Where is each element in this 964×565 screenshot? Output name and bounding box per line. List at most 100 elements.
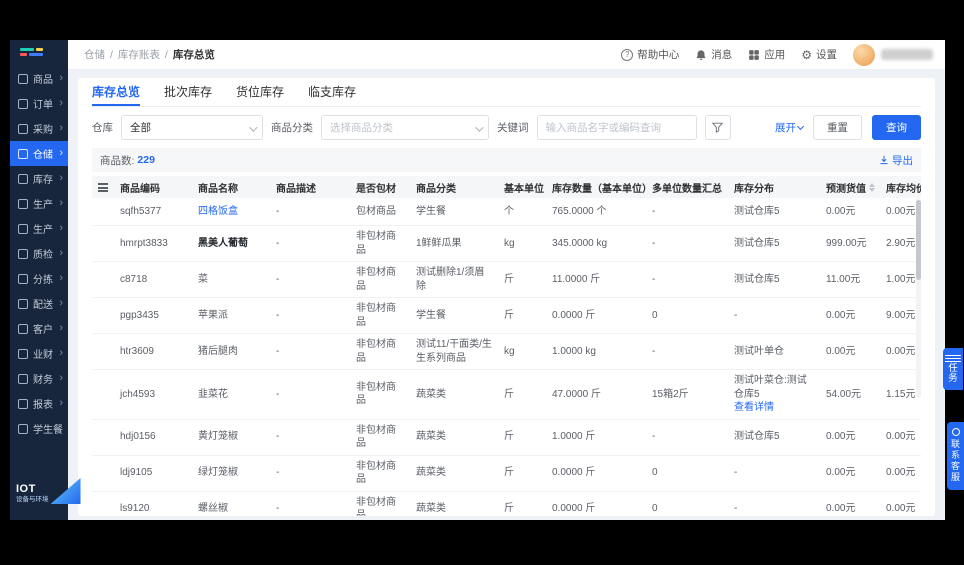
cell-avg: 0.00元	[886, 503, 916, 515]
cell-code: pgp3435	[120, 309, 159, 321]
messages-button[interactable]: 消息	[695, 47, 732, 62]
cell-distribution: 测试仓库5	[734, 273, 780, 285]
student-meals-icon	[18, 423, 28, 434]
breadcrumb-item[interactable]: 仓储	[84, 47, 105, 62]
sidebar-item-sorting[interactable]: 分拣 ›	[10, 266, 68, 291]
cell-unit: 斤	[504, 273, 514, 285]
tab-0[interactable]: 库存总览	[92, 78, 141, 106]
sidebar-item-customers[interactable]: 客户 ›	[10, 316, 68, 341]
tab-1[interactable]: 批次库存	[164, 78, 212, 106]
tab-2[interactable]: 货位库存	[236, 78, 284, 106]
chevron-right-icon: ›	[59, 347, 63, 359]
sidebar-item-products[interactable]: 商品 ›	[10, 66, 68, 91]
cell-distribution: 测试仓库5	[734, 237, 780, 249]
sidebar-item-finance[interactable]: 财务 ›	[10, 366, 68, 391]
cell-desc: -	[276, 345, 280, 357]
cell-unit: 个	[504, 205, 514, 217]
sidebar-item-purchase[interactable]: 采购 ›	[10, 116, 68, 141]
sidebar-item-quality[interactable]: 质检 ›	[10, 241, 68, 266]
sidebar-item-student-meals[interactable]: 学生餐	[10, 416, 68, 441]
cell-desc: -	[276, 503, 280, 515]
chevron-right-icon: ›	[59, 322, 63, 334]
column-header-value[interactable]: 预测货值	[820, 177, 880, 198]
cell-value: 11.00元	[826, 273, 861, 285]
category-select[interactable]: 选择商品分类	[321, 115, 489, 140]
inventory-icon	[18, 173, 28, 184]
cell-name: 猪后腿肉	[198, 345, 238, 357]
sidebar-item-production-1[interactable]: 生产 ›	[10, 191, 68, 216]
tab-3[interactable]: 临支库存	[308, 78, 356, 106]
settings-button[interactable]: ⚙ 设置	[801, 47, 837, 62]
warehouse-select[interactable]: 全部	[121, 115, 263, 140]
sidebar-item-warehouse[interactable]: 仓储 ›	[10, 141, 68, 166]
column-header-dist: 库存分布	[734, 183, 774, 195]
cell-avg: 0.00元	[886, 205, 916, 217]
chevron-right-icon: ›	[59, 172, 63, 184]
reset-button[interactable]: 重置	[813, 115, 862, 140]
help-center-button[interactable]: ? 帮助中心	[621, 47, 679, 62]
chevron-down-icon	[475, 123, 484, 132]
cell-desc: -	[276, 273, 280, 285]
finance-icon	[18, 373, 28, 384]
vertical-scrollbar-thumb[interactable]	[916, 200, 921, 280]
cell-multi: 0	[652, 309, 658, 321]
column-header-qty[interactable]: 库存数量（基本单位）	[546, 177, 661, 198]
cell-value: 999.00元	[826, 237, 867, 249]
products-icon	[18, 73, 28, 84]
keyword-input[interactable]	[536, 115, 697, 140]
cell-value: 0.00元	[826, 309, 856, 321]
cell-desc: -	[276, 237, 280, 249]
sidebar-item-delivery[interactable]: 配送 ›	[10, 291, 68, 316]
cell-distribution: 测试仓库5	[734, 205, 780, 217]
sort-icons[interactable]	[869, 182, 875, 192]
cell-multi: -	[652, 205, 656, 217]
filter-funnel-button[interactable]	[704, 115, 731, 140]
biz-finance-icon	[18, 348, 28, 359]
cell-multi: 0	[652, 503, 658, 515]
export-button[interactable]: 导出	[879, 153, 913, 168]
production-icon	[18, 198, 28, 209]
count-strip: 商品数: 229 导出	[92, 148, 921, 172]
sidebar-item-inventory[interactable]: 库存 ›	[10, 166, 68, 191]
purchase-icon	[18, 123, 28, 134]
breadcrumb: 仓储 / 库存账表 / 库存总览	[84, 47, 215, 62]
cell-qty: 0.0000 斤	[552, 309, 596, 321]
cell-code: htr3609	[120, 345, 154, 357]
customer-service-floating-button[interactable]: 联系客服	[947, 422, 964, 490]
cell-name[interactable]: 四格饭盒	[192, 201, 270, 223]
chevron-right-icon: ›	[59, 397, 63, 409]
cell-qty: 345.0000 kg	[552, 237, 608, 249]
chevron-right-icon: ›	[59, 222, 63, 234]
column-settings-button[interactable]	[92, 180, 114, 195]
sidebar-item-reports[interactable]: 报表 ›	[10, 391, 68, 416]
cell-unit: kg	[504, 345, 515, 357]
sidebar-item-biz-finance[interactable]: 业财 ›	[10, 341, 68, 366]
cell-distribution: 测试仓库5	[734, 431, 780, 443]
sidebar-item-production-2[interactable]: 生产 ›	[10, 216, 68, 241]
apps-button[interactable]: 应用	[748, 47, 785, 62]
breadcrumb-item[interactable]: 库存账表	[118, 47, 160, 62]
tasks-floating-button[interactable]: 任务	[943, 348, 963, 391]
user-menu[interactable]	[853, 43, 933, 66]
cell-name: 菜	[198, 273, 208, 285]
expand-toggle[interactable]: 展开	[775, 120, 805, 135]
cell-name: 绿灯笼椒	[198, 467, 238, 479]
cell-distribution: -	[734, 467, 738, 479]
cell-avg: 1.00元	[886, 273, 916, 285]
breadcrumb-separator: /	[110, 48, 113, 61]
cell-code: sqfh5377	[120, 205, 162, 217]
column-header-avg[interactable]: 库存均价	[880, 177, 921, 198]
sidebar-item-orders[interactable]: 订单 ›	[10, 91, 68, 116]
chevron-down-icon	[796, 122, 805, 131]
cell-code: jch4593	[120, 388, 156, 400]
table-row: hmrpt3833 黑美人葡萄 - 非包材商品 1鲜鲜瓜果 kg 345.0000 kg - 测…	[92, 226, 921, 262]
reports-icon	[18, 398, 28, 409]
export-icon	[880, 155, 888, 165]
cell-category: 测试删除1/须眉除	[416, 267, 485, 292]
cell-avg: 0.00元	[886, 431, 916, 443]
product-count: 229	[137, 154, 155, 166]
search-button[interactable]: 查询	[872, 115, 921, 140]
cell-value: 54.00元	[826, 388, 862, 400]
apps-grid-icon	[749, 49, 760, 60]
view-detail-link[interactable]: 查看详情	[734, 401, 814, 415]
